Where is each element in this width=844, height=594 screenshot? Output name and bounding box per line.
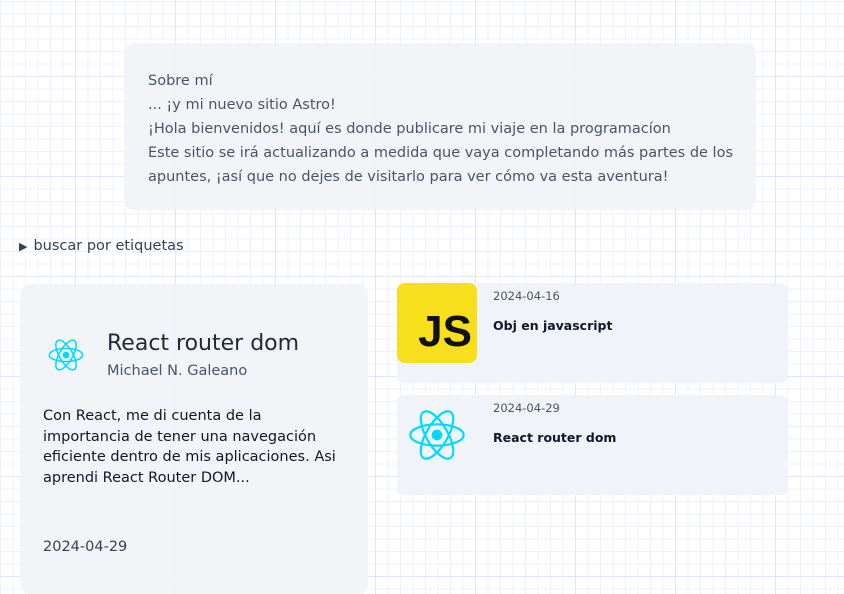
tag-filter-label: buscar por etiquetas [33,238,184,254]
about-text: Este sitio se irá actualizando a medida … [148,145,734,161]
post-title[interactable]: Obj en javascript [493,318,612,333]
triangle-right-icon: ▶ [19,239,28,253]
about-subtitle: ... ¡y mi nuevo sitio Astro! [148,97,336,113]
javascript-logo: JS [397,283,477,363]
about-section: Sobre mí ... ¡y mi nuevo sitio Astro! ¡H… [124,43,756,210]
react-icon [397,395,477,475]
post-card[interactable]: 2024-04-29 React router dom [397,395,787,495]
post-date: 2024-04-29 [493,401,560,415]
post-card[interactable]: JS 2024-04-16 Obj en javascript [397,283,787,383]
react-icon [48,339,84,371]
featured-post-author: Michael N. Galeano [107,363,248,379]
featured-post-description: Con React, me di cuenta de la importanci… [43,408,336,486]
post-title[interactable]: React router dom [493,430,616,445]
about-heading: Sobre mí [148,73,213,89]
tag-filter-toggle[interactable]: ▶ buscar por etiquetas [19,238,184,254]
post-date: 2024-04-16 [493,289,560,303]
about-text: apuntes, ¡así que no dejes de visitarlo … [148,169,669,185]
featured-post-title[interactable]: React router dom [107,331,299,356]
about-text: ¡Hola bienvenidos! aquí es donde publica… [148,121,671,137]
featured-post-date: 2024-04-29 [43,539,128,555]
